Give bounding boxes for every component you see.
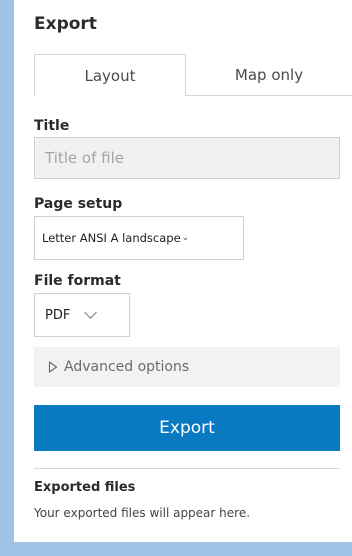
file-format-select[interactable]: PDF bbox=[34, 293, 130, 337]
tab-layout[interactable]: Layout bbox=[34, 54, 186, 96]
tab-map-only[interactable]: Map only bbox=[186, 54, 352, 96]
page-setup-label: Page setup bbox=[34, 196, 123, 212]
export-panel: Export Layout Map only Title Page setup … bbox=[14, 0, 352, 542]
caret-right-icon bbox=[48, 361, 58, 373]
page-setup-value: Letter ANSI A landscape bbox=[42, 231, 181, 245]
divider bbox=[34, 468, 340, 469]
tab-bar: Layout Map only bbox=[34, 54, 352, 96]
exported-files-message: Your exported files will appear here. bbox=[34, 506, 251, 520]
chevron-down-icon bbox=[84, 306, 98, 319]
export-button[interactable]: Export bbox=[34, 405, 340, 451]
chevron-down-icon: ⌄ bbox=[181, 233, 190, 243]
page-setup-select[interactable]: Letter ANSI A landscape ⌄ bbox=[34, 216, 244, 260]
advanced-options-toggle[interactable]: Advanced options bbox=[34, 347, 340, 387]
title-input[interactable] bbox=[34, 137, 340, 179]
file-format-label: File format bbox=[34, 273, 121, 289]
title-label: Title bbox=[34, 118, 70, 134]
file-format-value: PDF bbox=[45, 307, 71, 323]
panel-title: Export bbox=[34, 14, 97, 34]
exported-files-heading: Exported files bbox=[34, 480, 136, 495]
advanced-options-label: Advanced options bbox=[64, 359, 190, 375]
